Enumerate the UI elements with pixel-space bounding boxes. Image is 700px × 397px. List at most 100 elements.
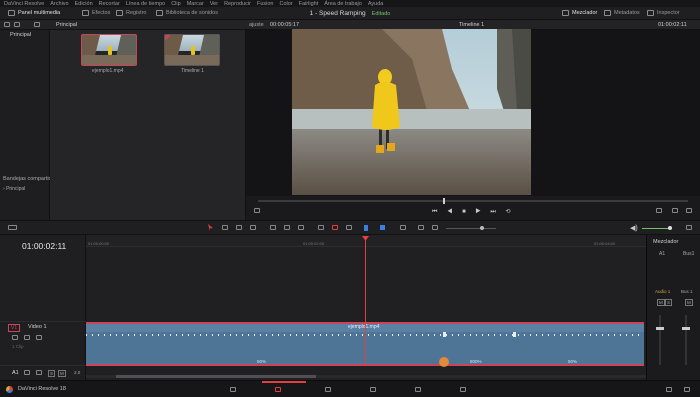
- media-label-ejemplo1: ejemplo1.mp4: [92, 68, 124, 74]
- bin-master[interactable]: Principal: [10, 32, 31, 38]
- zoom-slider-handle[interactable]: [480, 226, 484, 230]
- viewer-video-frame[interactable]: [292, 29, 531, 195]
- fader-bus1-handle[interactable]: [682, 327, 690, 330]
- page-edit-icon[interactable]: [275, 387, 281, 392]
- video-track-header: V1 Video 1 1 Clip: [0, 321, 86, 365]
- flag-icon[interactable]: [364, 225, 368, 231]
- video-track-id[interactable]: V1: [8, 324, 21, 332]
- track-headers: 01:00:02:11 V1 Video 1 1 Clip A1 S M 2.0: [0, 235, 86, 380]
- scrubber[interactable]: [258, 200, 688, 202]
- menu-app[interactable]: DaVinci Resolve: [4, 1, 44, 7]
- selection-tool-icon[interactable]: [208, 224, 213, 231]
- dynamic-trim-icon[interactable]: [236, 225, 242, 230]
- timeline-toolbar: ◀): [0, 220, 700, 235]
- match-frame-icon[interactable]: [656, 208, 662, 213]
- audio-solo-button[interactable]: S: [48, 370, 56, 377]
- replace-clip-icon[interactable]: [298, 225, 304, 230]
- menu-mark[interactable]: Marcar: [187, 1, 204, 7]
- scrubber-handle[interactable]: [443, 198, 445, 204]
- page-fusion-icon[interactable]: [325, 387, 331, 392]
- menu-edit[interactable]: Edición: [75, 1, 93, 7]
- menu-color[interactable]: Color: [280, 1, 293, 7]
- speed-label-1: 50%: [257, 359, 267, 364]
- media-label-timeline1: Timeline 1: [181, 68, 204, 74]
- mixer-bus1-label: Bus1: [683, 251, 695, 257]
- menu-trim[interactable]: Recortar: [99, 1, 120, 7]
- layout-icon[interactable]: [8, 225, 17, 230]
- snapping-icon[interactable]: [318, 225, 324, 230]
- audio-meter-icon[interactable]: [686, 225, 692, 230]
- menu-view[interactable]: Ver: [210, 1, 218, 7]
- fader-a1[interactable]: [659, 315, 661, 365]
- zoom-custom-icon[interactable]: [432, 225, 438, 230]
- transport-bar: ⏮ ◀ ■ ▶ ⏭ ⟲: [246, 196, 700, 220]
- overwrite-clip-icon[interactable]: [284, 225, 290, 230]
- home-icon[interactable]: [666, 387, 672, 392]
- zoom-slider[interactable]: [446, 228, 496, 229]
- track-lock-icon[interactable]: [12, 335, 18, 340]
- position-lock-icon[interactable]: [346, 225, 352, 230]
- timeline-scrollbar-thumb[interactable]: [116, 375, 316, 378]
- timeline-selector[interactable]: Timeline 1: [459, 22, 484, 28]
- marker-icon[interactable]: [380, 225, 385, 230]
- fullscreen-icon[interactable]: [686, 208, 692, 213]
- app-name: DaVinci Resolve 18: [18, 386, 66, 392]
- blade-tool-icon[interactable]: [250, 225, 256, 230]
- speed-point-2[interactable]: [513, 332, 516, 337]
- menu-workspace[interactable]: Área de trabajo: [324, 1, 362, 7]
- menu-help[interactable]: Ayuda: [368, 1, 384, 7]
- menu-timeline[interactable]: Línea de tiempo: [126, 1, 165, 7]
- audio-track-id[interactable]: A1: [12, 370, 19, 376]
- video-track-clip-count: 1 Clip: [12, 344, 24, 349]
- page-media-icon[interactable]: [230, 387, 236, 392]
- menu-file[interactable]: Archivo: [50, 1, 68, 7]
- audio-track-header: A1 S M 2.0: [0, 365, 86, 380]
- source-timecode: 00:00:05:17: [270, 22, 300, 28]
- viewer-options-icon[interactable]: [254, 208, 260, 213]
- speaker-icon[interactable]: ◀): [630, 224, 638, 232]
- mixer-a1-label: A1: [659, 251, 666, 257]
- page-deliver-icon[interactable]: [460, 387, 466, 392]
- shared-bin-item[interactable]: › Principal: [3, 186, 25, 192]
- list-view-icon[interactable]: [14, 22, 20, 27]
- project-title: 1 - Speed Ramping: [309, 10, 366, 17]
- audio-select-icon[interactable]: [36, 370, 42, 375]
- menu-clip[interactable]: Clip: [171, 1, 180, 7]
- next-edit-icon[interactable]: [672, 208, 678, 213]
- project-title-bar: 1 - Speed Ramping Editado: [0, 10, 700, 17]
- mixer-title: Mezclador: [653, 239, 679, 245]
- audio-mute-button[interactable]: M: [58, 370, 66, 377]
- page-fairlight-icon[interactable]: [415, 387, 421, 392]
- auto-select-icon[interactable]: [24, 335, 30, 340]
- active-page-indicator: [262, 381, 306, 383]
- linked-selection-icon[interactable]: [332, 225, 338, 230]
- track-visible-icon[interactable]: [36, 335, 42, 340]
- page-color-icon[interactable]: [370, 387, 376, 392]
- back-icon[interactable]: [34, 22, 40, 27]
- zoom-detail-icon[interactable]: [418, 225, 424, 230]
- settings-icon[interactable]: [684, 387, 690, 392]
- mixer-mute-a1[interactable]: M: [657, 299, 665, 306]
- zoom-dropdown[interactable]: ajuste: [249, 22, 264, 28]
- mixer-mute-bus1[interactable]: M: [685, 299, 693, 306]
- fader-bus1[interactable]: [685, 315, 687, 365]
- menu-playback[interactable]: Reproducir: [224, 1, 251, 7]
- trim-tool-icon[interactable]: [222, 225, 228, 230]
- insert-clip-icon[interactable]: [270, 225, 276, 230]
- volume-slider-handle[interactable]: [668, 226, 672, 230]
- mixer-bus1b-label: Bus 1: [681, 289, 693, 294]
- zoom-full-icon[interactable]: [400, 225, 406, 230]
- audio-lock-icon[interactable]: [24, 370, 30, 375]
- menu-fairlight[interactable]: Fairlight: [299, 1, 319, 7]
- mixer-solo-a1[interactable]: S: [665, 299, 673, 306]
- media-thumb-ejemplo1[interactable]: [81, 34, 137, 66]
- fader-a1-handle[interactable]: [656, 327, 664, 330]
- transport-controls[interactable]: ⏮ ◀ ■ ▶ ⏭ ⟲: [432, 208, 515, 216]
- menu-fusion[interactable]: Fusion: [257, 1, 274, 7]
- panel-toggle-icon[interactable]: [4, 22, 10, 27]
- cursor-highlight: [439, 357, 449, 367]
- audio-track-level: 2.0: [74, 370, 81, 375]
- media-thumb-timeline1[interactable]: [164, 34, 220, 66]
- playhead[interactable]: [365, 236, 366, 366]
- speed-point-1[interactable]: [443, 332, 446, 337]
